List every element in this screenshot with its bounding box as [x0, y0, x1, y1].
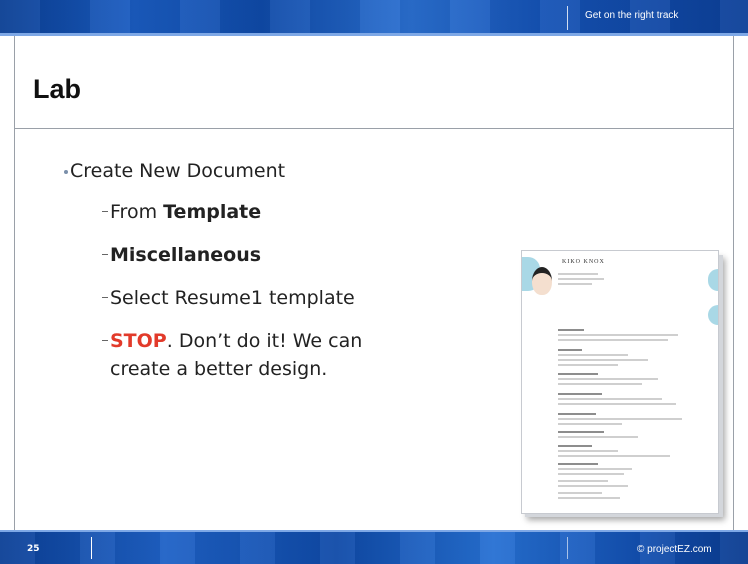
- resume-line: [558, 283, 592, 285]
- resume-heading: [558, 431, 604, 433]
- resume-line: [558, 334, 678, 336]
- resume-heading: [558, 445, 592, 447]
- resume-line: [558, 398, 662, 400]
- dash-icon: [102, 254, 108, 255]
- dash-icon: [102, 340, 108, 341]
- slide-title: Lab: [33, 74, 82, 104]
- resume-line: [558, 354, 628, 356]
- resume-line: [558, 485, 628, 487]
- resume-heading: [558, 329, 584, 331]
- resume-heading: [558, 349, 582, 351]
- footer-divider: [91, 537, 92, 559]
- sub-bullet-text: Select Resume1 template: [110, 287, 355, 309]
- dash-icon: [102, 211, 108, 212]
- header-divider: [567, 6, 568, 30]
- sub-bullet-prefix: From: [110, 201, 164, 223]
- decorative-blob: [708, 305, 718, 325]
- footer-divider: [567, 537, 568, 559]
- footer-banner: [0, 532, 748, 564]
- sub-bullet-resume: Select Resume1 template: [102, 284, 355, 312]
- resume-heading: [558, 463, 598, 465]
- sub-bullet-continuation: create a better design.: [110, 358, 328, 380]
- resume-line: [558, 473, 624, 475]
- resume-line: [558, 378, 658, 380]
- header-tagline: Get on the right track: [585, 10, 679, 21]
- resume-line: [558, 364, 618, 366]
- resume-heading: [558, 413, 596, 415]
- bullet-text: Create New Document: [70, 160, 286, 182]
- resume-line: [558, 423, 622, 425]
- avatar-icon: [532, 267, 552, 295]
- resume-heading: [558, 373, 598, 375]
- resume-line: [558, 273, 598, 275]
- bullet-item: Create New Document: [64, 160, 286, 182]
- sub-bullet-text: . Don’t do it! We can: [166, 330, 363, 352]
- sub-bullet-template: From Template: [102, 198, 262, 226]
- sub-bullet-miscellaneous: Miscellaneous: [102, 241, 262, 269]
- sub-bullet-emphasis: Miscellaneous: [110, 244, 262, 266]
- resume-line: [558, 480, 608, 482]
- resume-line: [558, 455, 670, 457]
- resume-name: KIKO KNOX: [562, 259, 605, 265]
- header-accent-line: [0, 33, 748, 36]
- sub-bullet-emphasis: Template: [163, 201, 262, 223]
- resume-thumbnail: KIKO KNOX: [521, 250, 719, 514]
- resume-line: [558, 339, 668, 341]
- decorative-blob: [708, 269, 718, 291]
- resume-line: [558, 359, 648, 361]
- left-border: [14, 36, 15, 532]
- resume-line: [558, 278, 604, 280]
- resume-line: [558, 497, 620, 499]
- resume-line: [558, 436, 638, 438]
- bullet-dot-icon: [64, 170, 68, 174]
- sub-bullet-stop: STOP. Don’t do it! We can create a bette…: [102, 327, 363, 383]
- page-number: 25: [27, 544, 40, 554]
- resume-line: [558, 450, 618, 452]
- resume-line: [558, 418, 682, 420]
- stop-label: STOP: [110, 330, 167, 352]
- resume-line: [558, 468, 632, 470]
- dash-icon: [102, 297, 108, 298]
- copyright-text: © projectEZ.com: [637, 544, 712, 555]
- resume-line: [558, 492, 602, 494]
- title-divider: [15, 128, 733, 129]
- right-border: [733, 36, 734, 532]
- slide: Get on the right track Lab Create New Do…: [0, 0, 748, 564]
- resume-line: [558, 383, 642, 385]
- resume-heading: [558, 393, 602, 395]
- resume-line: [558, 403, 676, 405]
